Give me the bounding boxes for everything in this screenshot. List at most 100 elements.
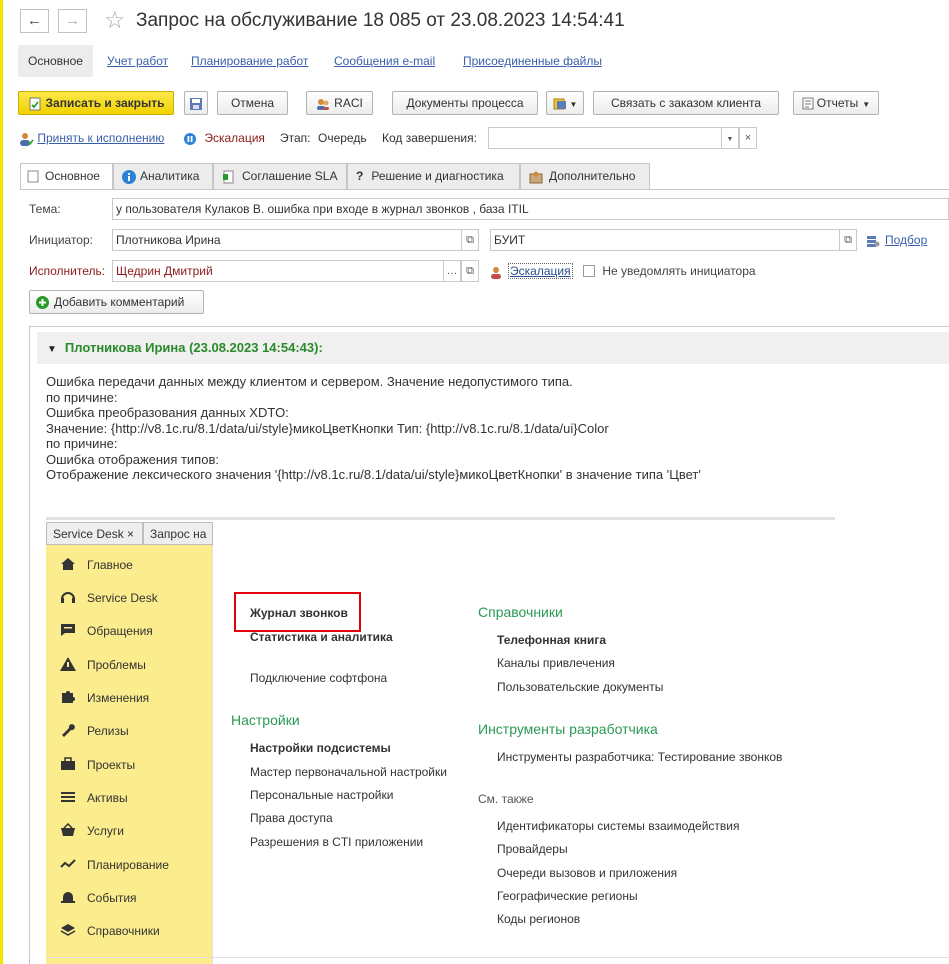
question-icon: ?	[356, 169, 364, 183]
section-work-planning[interactable]: Планирование работ	[191, 45, 308, 77]
process-documents-button[interactable]: Документы процесса	[392, 91, 538, 115]
menu-ref-item: Пользовательские документы	[497, 680, 664, 694]
info-icon	[122, 169, 136, 184]
puzzle-icon	[62, 691, 75, 703]
page-title: Запрос на обслуживание 18 085 от 23.08.2…	[136, 10, 625, 31]
initiator-input[interactable]: Плотникова Ирина	[112, 229, 462, 251]
department-input[interactable]: БУИТ	[490, 229, 840, 251]
section-email-messages[interactable]: Сообщения e-mail	[334, 45, 435, 77]
section-main[interactable]: Основное	[18, 45, 93, 77]
layers-icon	[60, 924, 76, 936]
stage-label: Этап:	[280, 131, 311, 145]
menu-see-also-item: Коды регионов	[497, 912, 581, 926]
chevron-down-icon: ▼	[569, 100, 578, 109]
tab-solution[interactable]: ? Решение и диагностика	[347, 163, 520, 189]
arrow-right-icon: →	[65, 12, 80, 29]
embedded-side-item: Релизы	[60, 721, 129, 741]
menu-see-also-item: Идентификаторы системы взаимодействия	[497, 819, 740, 833]
comment-header[interactable]: ▼ Плотникова Ирина (23.08.2023 14:54:43):	[37, 332, 949, 364]
embedded-side-item: Главное	[60, 555, 133, 575]
embedded-side-item: Справочники	[60, 921, 160, 941]
save-button[interactable]	[184, 91, 208, 115]
menu-see-also-item: Провайдеры	[497, 842, 568, 856]
selection-link[interactable]: Подбор	[866, 229, 927, 251]
create-doc-icon	[553, 98, 566, 110]
tab-additional[interactable]: Дополнительно	[520, 163, 650, 189]
save-doc-icon	[29, 97, 41, 111]
users-icon	[317, 98, 330, 110]
link-client-order-button[interactable]: Связать с заказом клиента	[593, 91, 779, 115]
bell-icon	[61, 892, 75, 903]
settings-heading: Настройки	[231, 712, 300, 728]
comment-line: по причине:	[46, 436, 118, 451]
wrench-icon	[62, 724, 75, 737]
create-based-on-button[interactable]: ▼	[546, 91, 584, 115]
topic-label: Тема:	[29, 202, 61, 216]
open-icon[interactable]: ⧉	[461, 229, 479, 251]
floppy-icon	[190, 97, 202, 110]
user-escalation-icon	[491, 266, 501, 279]
chart-icon	[60, 859, 76, 868]
clear-icon[interactable]: ×	[739, 127, 757, 149]
add-comment-button[interactable]: Добавить комментарий	[29, 290, 204, 314]
embedded-side-item: События	[60, 888, 137, 908]
open-icon[interactable]: ⧉	[461, 260, 479, 282]
executor-input[interactable]: Щедрин Дмитрий	[112, 260, 445, 282]
arrow-left-icon: ←	[27, 12, 42, 29]
initiator-label: Инициатор:	[29, 233, 93, 247]
tab-main[interactable]: Основное	[20, 163, 113, 190]
headset-icon	[61, 592, 75, 603]
completion-code-label: Код завершения:	[382, 131, 477, 145]
comment-line: Ошибка передачи данных между клиентом и …	[46, 374, 573, 389]
open-icon[interactable]: ⧉	[839, 229, 857, 251]
back-button[interactable]: ←	[20, 9, 49, 33]
menu-ref-item: Каналы привлечения	[497, 656, 615, 670]
embedded-top-bar	[46, 517, 835, 520]
embedded-side-item: Обращения	[60, 621, 153, 641]
tabs-divider	[20, 189, 949, 190]
menu-see-also-item: Географические регионы	[497, 889, 638, 903]
reports-button[interactable]: Отчеты ▼	[793, 91, 879, 115]
tab-sla[interactable]: Соглашение SLA	[213, 163, 347, 189]
checkbox-icon	[583, 265, 595, 277]
topic-input[interactable]: у пользователя Кулаков В. ошибка при вхо…	[112, 198, 949, 220]
embedded-side-item: Планирование	[60, 855, 169, 875]
section-attached-files[interactable]: Присоединенные файлы	[463, 45, 602, 77]
comment-line: Ошибка преобразования данных XDTO:	[46, 405, 289, 420]
report-icon	[802, 97, 814, 110]
list-icon	[61, 792, 75, 802]
menu-settings-item: Персональные настройки	[250, 788, 394, 802]
see-also-heading: См. также	[478, 792, 534, 806]
raci-button[interactable]: RACI	[306, 91, 373, 115]
devtools-heading: Инструменты разработчика	[478, 721, 658, 737]
embedded-divider	[212, 545, 213, 964]
escalation-status: Эскалация	[184, 128, 265, 148]
forward-button[interactable]: →	[58, 9, 87, 33]
pause-icon	[184, 132, 196, 145]
menu-settings-item: Права доступа	[250, 811, 333, 825]
menu-settings-item: Разрешения в CTI приложении	[250, 835, 424, 849]
comment-line: по причине:	[46, 390, 118, 405]
embedded-side-item: Услуги	[60, 821, 124, 841]
tab-analytics[interactable]: Аналитика	[113, 163, 213, 189]
cancel-button[interactable]: Отмена	[217, 91, 288, 115]
window-accent-bar	[0, 0, 3, 964]
favorite-star-icon[interactable]: ☆	[104, 6, 126, 35]
no-notify-checkbox[interactable]: Не уведомлять инициатора	[583, 260, 756, 282]
escalation-link[interactable]: Эскалация	[490, 260, 573, 282]
accept-execution-link[interactable]: Принять к исполнению	[18, 128, 164, 148]
home-icon	[61, 558, 75, 570]
menu-softphone: Подключение софтфона	[250, 671, 388, 685]
comment-line: Отображение лексического значения '{http…	[46, 467, 701, 482]
menu-devtools-item: Инструменты разработчика: Тестирование з…	[497, 750, 783, 764]
plus-icon	[36, 296, 49, 310]
menu-ref-item: Телефонная книга	[497, 633, 607, 647]
save-and-close-button[interactable]: Записать и закрыть	[18, 91, 174, 115]
menu-statistics: Статистика и аналитика	[250, 630, 393, 644]
more-icon[interactable]: …	[443, 260, 461, 282]
completion-code-input[interactable]	[488, 127, 722, 149]
briefcase-icon	[61, 757, 75, 770]
section-work-accounting[interactable]: Учет работ	[107, 45, 168, 77]
chevron-down-icon[interactable]: ▼	[721, 127, 739, 149]
embedded-bottom-line	[46, 957, 949, 958]
